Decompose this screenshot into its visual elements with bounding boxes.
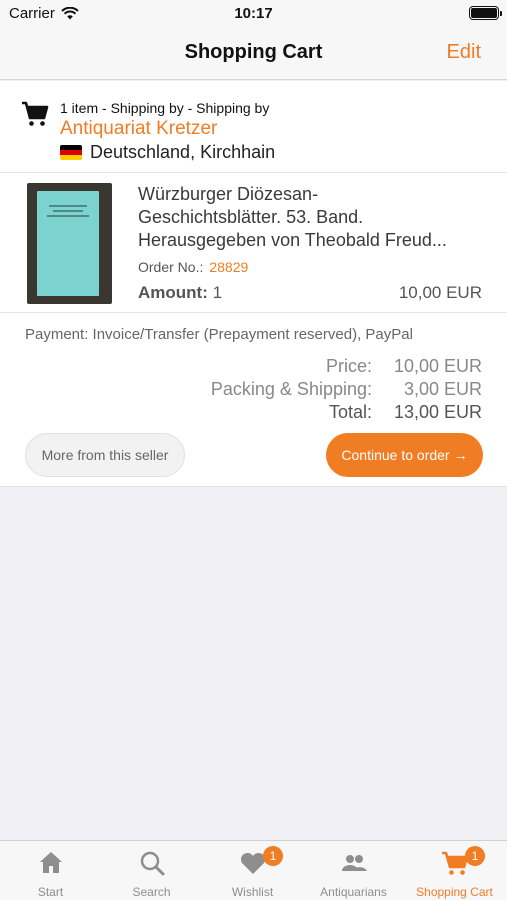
continue-to-order-button[interactable]: Continue to order → (326, 433, 483, 477)
search-icon (140, 851, 164, 876)
tab-shopping-cart-label: Shopping Cart (416, 885, 493, 899)
tab-wishlist[interactable]: 1 Wishlist (202, 841, 303, 900)
seller-name-link[interactable]: Antiquariat Kretzer (60, 118, 217, 140)
germany-flag-icon (60, 145, 82, 160)
item-title[interactable]: Würzburger Diözesan- Geschichtsblätter. … (138, 183, 484, 252)
item-price: 10,00 EUR (398, 283, 482, 302)
shipping-value: 3,00 EUR (403, 379, 482, 399)
seller-cart-card: 1 item - Shipping by - Shipping by Antiq… (0, 81, 507, 487)
tab-antiquarians-label: Antiquarians (320, 885, 387, 899)
price-label: Price: (325, 356, 372, 376)
location-text: Deutschland, Kirchhain (90, 142, 276, 162)
book-cover (37, 191, 99, 296)
cart-badge: 1 (465, 846, 485, 866)
item-title-line: Herausgegeben von Theobald Freud... (138, 230, 447, 250)
edit-button[interactable]: Edit (447, 41, 481, 64)
tab-search[interactable]: Search (101, 841, 202, 900)
arrow-right-icon: → (453, 447, 468, 463)
tab-start-label: Start (37, 885, 64, 899)
clock: 10:17 (234, 5, 273, 22)
tab-bar: Start Search 1 Wishlist Antiquarians 1 S… (0, 840, 507, 900)
amount-label: Amount: (138, 283, 208, 302)
wishlist-badge: 1 (263, 846, 283, 866)
item-title-line: Würzburger Diözesan- (138, 184, 319, 204)
people-icon (341, 855, 367, 871)
book-thumbnail[interactable] (27, 183, 112, 304)
tab-search-label: Search (132, 885, 171, 899)
total-row: Total: 13,00 EUR (142, 401, 482, 424)
home-icon (39, 852, 62, 873)
more-from-seller-button[interactable]: More from this seller (25, 433, 185, 477)
status-bar: Carrier 10:17 (0, 0, 507, 28)
navigation-bar: Shopping Cart Edit (0, 28, 507, 80)
shipping-summary: 1 item - Shipping by - Shipping by (60, 100, 270, 116)
amount-value: 1 (212, 283, 223, 302)
order-number-label: Order No.: (138, 259, 204, 275)
order-number-line: Order No.: 28829 (138, 259, 248, 275)
seller-location: Deutschland, Kirchhain (60, 142, 275, 163)
payment-methods: Payment: Invoice/Transfer (Prepayment re… (25, 326, 413, 343)
battery-icon (469, 6, 502, 20)
continue-to-order-label: Continue to order (341, 447, 450, 463)
page-title: Shopping Cart (184, 41, 323, 63)
tab-start[interactable]: Start (0, 841, 101, 900)
tab-shopping-cart[interactable]: 1 Shopping Cart (404, 841, 505, 900)
tab-wishlist-label: Wishlist (231, 885, 274, 899)
total-value: 13,00 EUR (393, 402, 482, 422)
order-totals: Price: 10,00 EUR Packing & Shipping: 3,0… (142, 355, 482, 424)
item-title-line: Geschichtsblätter. 53. Band. (138, 207, 364, 227)
tab-antiquarians[interactable]: Antiquarians (303, 841, 404, 900)
total-label: Total: (328, 402, 372, 422)
amount-line: Amount: 1 (138, 283, 222, 303)
price-row: Price: 10,00 EUR (142, 355, 482, 378)
shipping-label: Packing & Shipping: (210, 379, 372, 399)
cart-item[interactable]: Würzburger Diözesan- Geschichtsblätter. … (0, 173, 507, 313)
flag-stripe-gold (60, 155, 82, 160)
seller-header: 1 item - Shipping by - Shipping by Antiq… (0, 81, 507, 173)
price-value: 10,00 EUR (393, 356, 482, 376)
order-number-value: 28829 (209, 259, 249, 275)
cart-icon (22, 101, 49, 126)
cover-text-lines (45, 205, 91, 220)
shipping-row: Packing & Shipping: 3,00 EUR (142, 378, 482, 401)
